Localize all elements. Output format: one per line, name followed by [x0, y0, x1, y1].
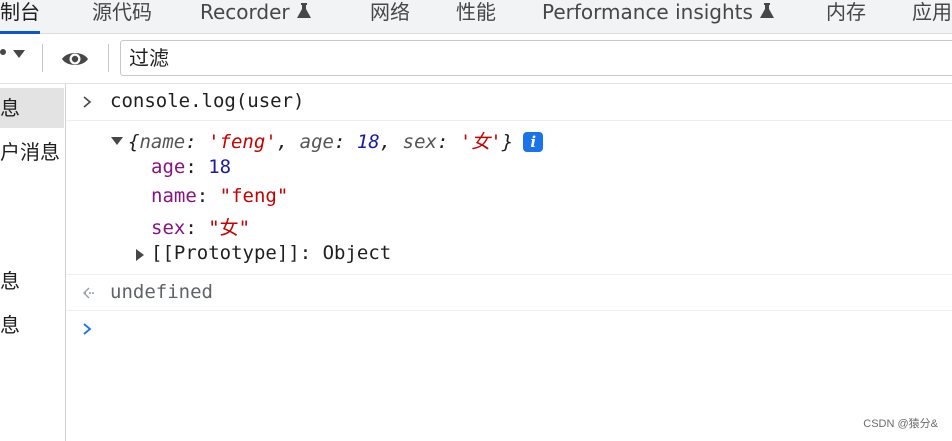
- devtools-tab-bar: 控制台 源代码 Recorder 网络 性能 Performance insig…: [0, 0, 952, 34]
- console-toolbar: 过滤: [0, 34, 952, 84]
- console-result: undefined: [110, 281, 213, 303]
- object-property: age: 18: [151, 156, 232, 178]
- toolbar-divider: [108, 44, 109, 72]
- tab-network[interactable]: 网络: [370, 0, 410, 34]
- console-result-row: undefined: [66, 275, 952, 311]
- sidebar-item-info[interactable]: 信息: [0, 88, 64, 128]
- eye-icon[interactable]: [60, 49, 90, 69]
- tab-performance[interactable]: 性能: [456, 0, 496, 34]
- flask-icon: [759, 3, 774, 18]
- sidebar-item-info-2[interactable]: 信息: [0, 261, 64, 301]
- console-prompt[interactable]: [66, 311, 952, 347]
- object-property: sex: "女": [151, 217, 251, 239]
- object-property: name: "feng": [151, 185, 289, 207]
- console-panel: console.log(user) {name: 'feng', age: 18…: [66, 84, 952, 441]
- watermark: CSDN @猿分&: [863, 418, 938, 430]
- prompt-chevron-icon: [83, 323, 92, 335]
- tab-sources[interactable]: 源代码: [92, 0, 152, 34]
- tab-performance-insights[interactable]: Performance insights: [542, 0, 775, 34]
- context-selector-fragment[interactable]: [0, 49, 6, 55]
- sidebar-item-user-messages[interactable]: 用户消息: [0, 132, 64, 172]
- flask-icon: [296, 3, 311, 18]
- chevron-right-icon: [83, 96, 92, 108]
- chevron-down-icon[interactable]: [12, 48, 26, 60]
- expand-triangle-right-icon[interactable]: [135, 249, 145, 261]
- tab-console[interactable]: 控制台: [0, 0, 40, 34]
- sidebar-item-messages[interactable]: 消息: [0, 305, 64, 345]
- prototype-entry[interactable]: [[Prototype]]: Object: [151, 242, 391, 264]
- filter-input[interactable]: 过滤: [120, 40, 952, 76]
- object-preview[interactable]: {name: 'feng', age: 18, sex: '女'} i: [128, 127, 544, 154]
- return-arrow-icon: [83, 287, 94, 299]
- console-command[interactable]: console.log(user): [110, 90, 304, 112]
- console-sidebar: 信息 用户消息 信息 消息: [0, 84, 66, 441]
- expand-triangle-icon[interactable]: [111, 136, 123, 146]
- info-icon[interactable]: i: [523, 132, 544, 152]
- toolbar-divider: [42, 44, 43, 72]
- console-input-row: console.log(user): [66, 84, 952, 121]
- console-log-message: {name: 'feng', age: 18, sex: '女'} i age: …: [66, 121, 952, 275]
- tab-memory[interactable]: 内存: [826, 0, 866, 34]
- tab-application[interactable]: 应用: [912, 0, 952, 34]
- tab-recorder[interactable]: Recorder: [200, 0, 312, 34]
